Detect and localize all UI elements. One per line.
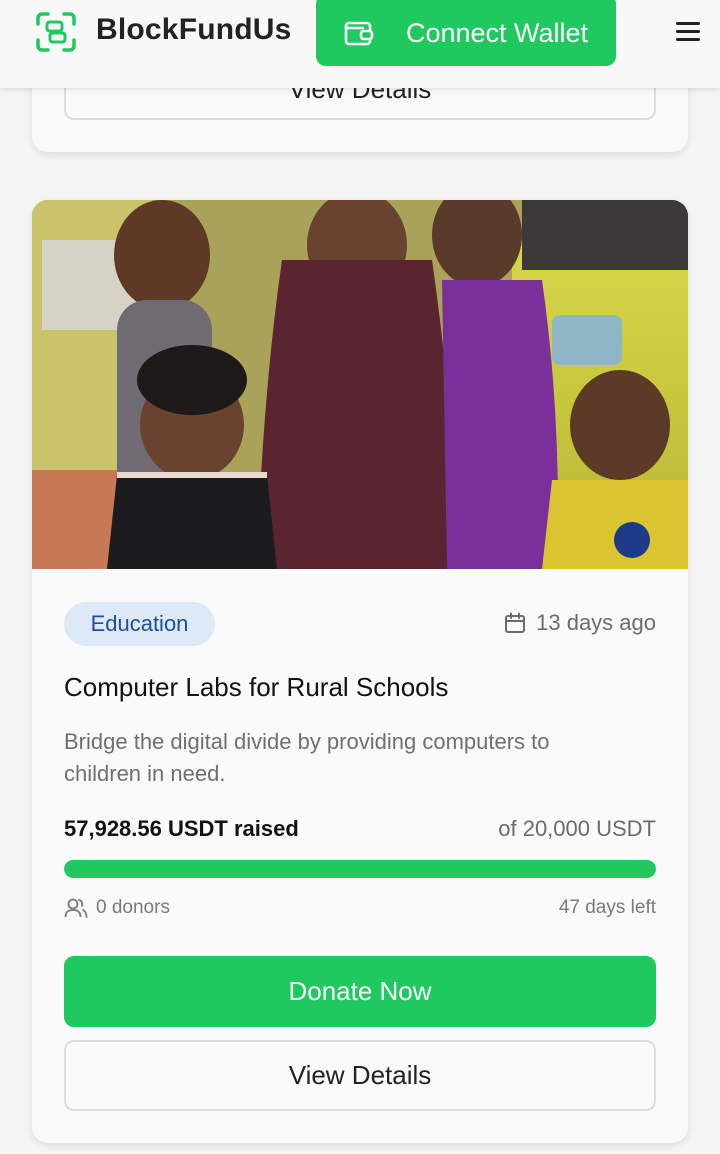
funding-goal: of 20,000 USDT [498,816,656,841]
donor-count: 0 donors [64,897,170,919]
campaign-title[interactable]: Computer Labs for Rural Schools [64,672,448,703]
category-label: Education [90,611,189,636]
donate-now-label: Donate Now [288,976,432,1006]
connect-wallet-label: Connect Wallet [405,17,589,48]
category-badge: Education [64,602,215,646]
scan-logo-icon[interactable] [34,10,78,54]
funding-progress-fill [64,860,656,878]
donor-count-text: 0 donors [96,897,170,918]
hamburger-menu-icon[interactable] [676,22,700,42]
days-left: 47 days left [558,897,656,918]
donate-now-button[interactable]: Donate Now [64,956,656,1027]
posted-date: 13 days ago [504,610,656,636]
campaign-photo [32,200,688,569]
connect-wallet-button[interactable]: Connect Wallet [316,0,616,66]
funding-progress-bar [64,860,656,878]
view-details-button[interactable]: View Details [64,1040,656,1111]
brand-name[interactable]: BlockFundUs [96,13,292,47]
campaign-card: Education 13 days ago Computer Labs for … [32,200,688,1143]
top-nav-bar: BlockFundUs Connect Wallet [0,0,720,88]
campaign-description: Bridge the digital divide by providing c… [64,729,550,786]
amount-raised: 57,928.56 USDT raised [64,816,299,841]
posted-date-text: 13 days ago [536,610,656,635]
calendar-icon [505,612,526,633]
view-details-label: View Details [288,1060,432,1090]
users-icon [64,898,88,918]
wallet-icon [344,21,374,46]
